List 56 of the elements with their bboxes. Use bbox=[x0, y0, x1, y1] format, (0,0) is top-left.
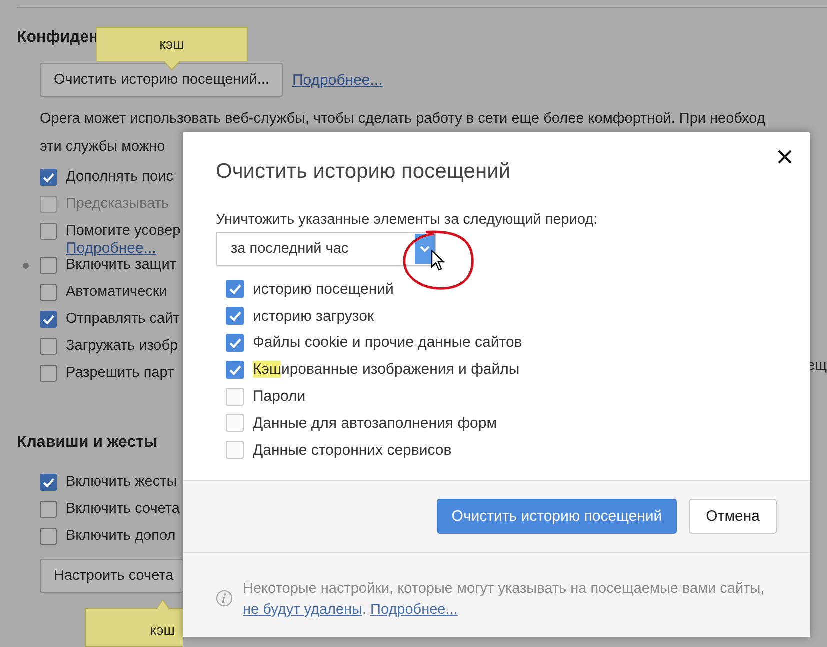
not-deleted-link[interactable]: не будут удалены bbox=[243, 602, 362, 618]
clear-history-button[interactable]: Очистить историю посещений bbox=[436, 499, 678, 534]
option-label: Помогите усовер bbox=[66, 223, 181, 240]
option-label: Включить допол bbox=[66, 528, 176, 545]
checkbox[interactable] bbox=[40, 284, 57, 301]
more-link[interactable]: Подробнее... bbox=[66, 240, 181, 257]
checkbox[interactable] bbox=[40, 474, 57, 491]
description-text: Opera может использовать веб-службы, чтобы сделать работу в сети еще более комфортной. При необход bbox=[40, 110, 766, 129]
option-label: Отправлять сайт bbox=[66, 311, 180, 328]
checkbox[interactable] bbox=[40, 338, 57, 355]
configure-shortcuts-button[interactable]: Настроить сочета bbox=[40, 559, 183, 593]
option-label: Загружать изобр bbox=[66, 338, 178, 355]
option-label: Включить жесты bbox=[66, 474, 178, 491]
cancel-button[interactable]: Отмена bbox=[689, 499, 777, 534]
option-label: Разрешить парт bbox=[66, 365, 174, 382]
tooltip: кэш bbox=[96, 27, 248, 71]
checkbox[interactable] bbox=[40, 501, 57, 518]
checkbox[interactable] bbox=[226, 307, 244, 326]
checkbox[interactable] bbox=[226, 334, 244, 352]
section-heading: Клавиши и жесты bbox=[17, 434, 158, 452]
checkbox[interactable] bbox=[226, 441, 244, 460]
clear-history-button[interactable]: Очистить историю посещений... bbox=[40, 63, 284, 97]
checkbox[interactable] bbox=[40, 528, 57, 545]
tooltip: кэш bbox=[85, 599, 183, 647]
option-label: Включить защит bbox=[66, 257, 176, 274]
cursor-icon bbox=[431, 250, 445, 272]
option-label: историю посещений bbox=[253, 280, 394, 298]
option-label: историю загрузок bbox=[253, 308, 374, 325]
more-link[interactable]: Подробнее... bbox=[370, 602, 458, 618]
period-label: Уничтожить указанные элементы за следующий период: bbox=[216, 212, 599, 228]
description-text: эти службы можно bbox=[40, 138, 166, 157]
option-label: Включить сочета bbox=[66, 501, 180, 518]
dialog-title: Очистить историю посещений bbox=[216, 160, 512, 184]
checkbox[interactable] bbox=[226, 280, 244, 298]
section-heading: Конфиден bbox=[17, 29, 99, 47]
checkbox[interactable] bbox=[40, 257, 57, 274]
checkbox[interactable] bbox=[40, 169, 57, 186]
period-dropdown[interactable]: за последний час bbox=[216, 232, 436, 266]
option-label: Данные сторонних сервисов bbox=[253, 442, 452, 459]
checkbox[interactable] bbox=[40, 311, 57, 328]
checkbox[interactable] bbox=[226, 360, 244, 379]
checkbox[interactable] bbox=[40, 223, 57, 240]
option-label: Пароли bbox=[253, 388, 306, 406]
option-label: Предсказывать bbox=[66, 196, 170, 213]
close-icon[interactable] bbox=[777, 149, 793, 165]
note-text: Некоторые настройки, которые могут указывать на посещаемые вами сайты, не будут удалены. Подробнее... bbox=[243, 580, 766, 620]
info-icon bbox=[216, 590, 233, 607]
option-label: Дополнять поис bbox=[66, 169, 174, 186]
checkbox[interactable] bbox=[226, 388, 244, 406]
checkbox[interactable] bbox=[226, 414, 244, 432]
more-link[interactable]: Подробнее... bbox=[292, 72, 383, 88]
option-label: Кэшированные изображения и файлы bbox=[253, 361, 520, 378]
option-label: Автоматически bbox=[66, 284, 168, 301]
option-label: Данные для автозаполнения форм bbox=[253, 414, 498, 432]
checkbox[interactable] bbox=[40, 365, 57, 382]
option-label: Файлы cookie и прочие данные сайтов bbox=[253, 334, 522, 352]
